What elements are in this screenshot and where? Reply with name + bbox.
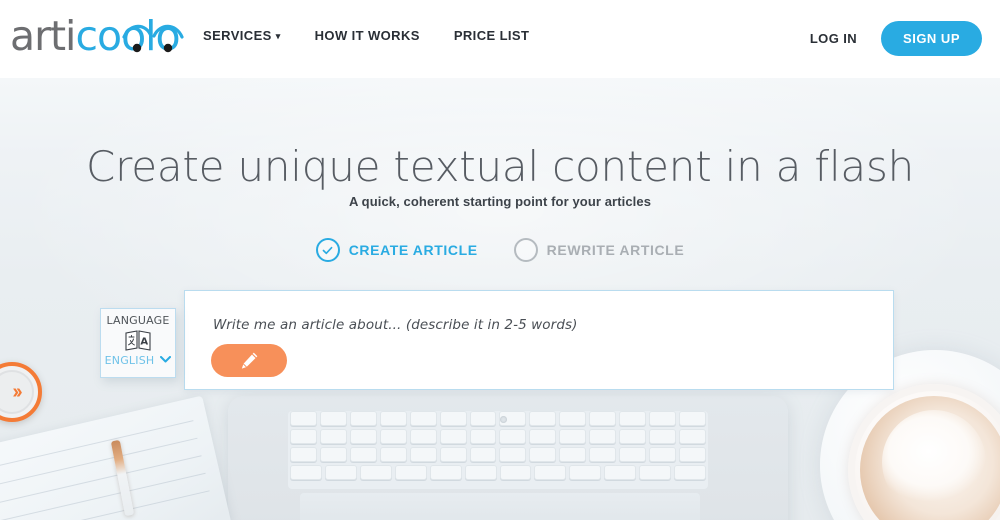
laptop-palmrest [300,493,700,520]
nav-item-how-it-works[interactable]: HOW IT WORKS [315,28,420,43]
coffee-foam-art [882,410,986,514]
mode-create-article-label: CREATE ARTICLE [348,242,478,258]
logo-articoolo[interactable]: arti coolo [10,11,185,60]
page-subtitle: A quick, coherent starting point for you… [348,194,652,209]
site-header: arti coolo SERVICES ▾ HOW IT WORKS PRICE … [0,0,1000,78]
nav-item-services-label: SERVICES [203,28,272,43]
main-navigation: SERVICES ▾ HOW IT WORKS PRICE LIST [203,28,529,43]
page-root: arti coolo SERVICES ▾ HOW IT WORKS PRICE … [0,0,1000,520]
language-selector-value-row[interactable]: ENGLISH [101,354,175,367]
pencil-icon [241,352,258,369]
logo-text-coolo-label: coolo [75,11,180,60]
double-chevron-right-icon: ›› [12,380,22,403]
language-selector[interactable]: LANGUAGE A ENGLISH [100,308,176,378]
laptop-screw [500,416,507,423]
header-actions: LOG IN SIGN UP [810,21,982,56]
keyboard-row [288,429,708,444]
nav-item-price-list[interactable]: PRICE LIST [454,28,530,43]
keyboard-row [288,465,708,480]
mode-create-article[interactable]: CREATE ARTICLE [315,238,478,262]
language-selector-title: LANGUAGE [106,314,170,327]
create-article-submit-button[interactable] [211,344,287,377]
logo-text-arti: arti [10,11,76,60]
article-input-card: Write me an article about... (describe i… [184,290,894,390]
mode-rewrite-article-label: REWRITE ARTICLE [546,242,685,258]
laptop-keyboard [288,411,708,489]
mode-selector: CREATE ARTICLE REWRITE ARTICLE [0,238,1000,262]
radio-create-article[interactable] [315,238,340,262]
article-topic-input[interactable]: Write me an article about... (describe i… [213,317,577,333]
page-title: Create unique textual content in a flash [85,142,915,191]
keyboard-row [288,411,708,426]
radio-rewrite-article[interactable] [513,238,538,262]
translate-icon-wrap: A [101,328,175,352]
chevron-down-glyph [160,356,172,363]
keyboard-row [288,447,708,462]
mode-rewrite-article[interactable]: REWRITE ARTICLE [513,238,685,262]
login-link[interactable]: LOG IN [810,31,857,46]
side-toggle-inner: ›› [0,370,34,414]
logo-text-coolo: coolo [75,15,185,57]
chevron-down-icon: ▾ [275,31,281,41]
svg-text:A: A [140,337,148,348]
nav-item-services[interactable]: SERVICES ▾ [203,28,281,43]
translate-icon: A [125,330,151,351]
chevron-down-icon [160,355,172,366]
check-icon [322,246,333,254]
language-selector-value: ENGLISH [104,354,155,367]
signup-button[interactable]: SIGN UP [881,21,982,56]
